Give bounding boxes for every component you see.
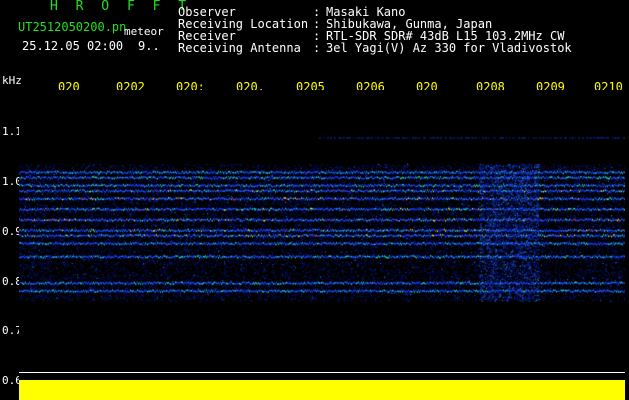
spectrogram-plot [19, 90, 625, 380]
y-axis-unit: kHz [2, 74, 22, 87]
app-title: H R O F F T [50, 0, 192, 14]
filename-suffix: meteor [124, 25, 164, 38]
signal-strength-bar [19, 380, 625, 400]
baseline-divider [19, 372, 625, 373]
meta-value-antenna: 3el Yagi(V) Az 330 for Vladivostok [326, 41, 572, 55]
record-number: 9.. [138, 39, 160, 53]
spectrogram-canvas [19, 90, 625, 380]
date-time: 25.12.05 02:00 [22, 39, 124, 53]
filename: UT2512050200.pn [18, 20, 127, 34]
meta-colon: : [313, 41, 321, 55]
meta-key-antenna: Receiving Antenna [178, 41, 301, 55]
